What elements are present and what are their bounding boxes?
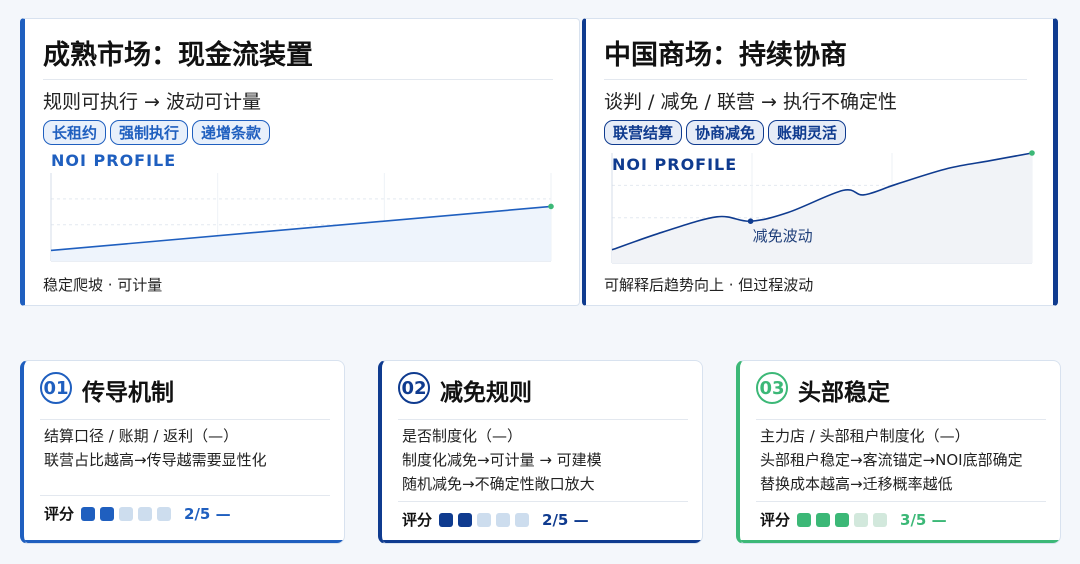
score-square-filled bbox=[835, 512, 850, 527]
card-title: 减免规则 bbox=[440, 380, 532, 406]
tag-enforcement: 强制执行 bbox=[110, 120, 189, 145]
card-line: 随机减免→不确定性敞口放大 bbox=[402, 475, 595, 493]
accent-line bbox=[382, 540, 702, 543]
card-line: 结算口径 / 账期 / 返利（—） bbox=[44, 427, 239, 445]
panel-caption: 可解释后趋势向上 · 但过程波动 bbox=[604, 276, 814, 294]
card-relief-rules: 02 减免规则 是否制度化（—） 制度化减免→可计量 → 可建模 随机减免→不确… bbox=[378, 360, 703, 544]
score-square-filled bbox=[100, 506, 115, 521]
mature-market-panel: 成熟市场：现金流装置 规则可执行 → 波动可计量 长租约 强制执行 递增条款 N… bbox=[20, 18, 580, 306]
score-row: 评分 2/5 — bbox=[402, 509, 589, 530]
panel-title: 成熟市场：现金流装置 bbox=[43, 40, 313, 71]
score-value: 2/5 — bbox=[184, 504, 231, 523]
divider bbox=[43, 79, 553, 80]
score-square-empty bbox=[515, 512, 530, 527]
score-value: 2/5 — bbox=[542, 510, 589, 529]
score-square-empty bbox=[873, 512, 888, 527]
divider bbox=[398, 419, 688, 420]
score-squares bbox=[797, 512, 888, 527]
card-title: 头部稳定 bbox=[798, 380, 890, 406]
panel-subtitle: 谈判 / 减免 / 联营 → 执行不确定性 bbox=[604, 91, 897, 113]
card-line: 制度化减免→可计量 → 可建模 bbox=[402, 451, 602, 469]
panel-title: 中国商场：持续协商 bbox=[604, 40, 847, 71]
card-title: 传导机制 bbox=[82, 380, 174, 406]
annotation-point bbox=[747, 218, 754, 224]
card-transmission: 01 传导机制 结算口径 / 账期 / 返利（—） 联营占比越高→传导越需要显性… bbox=[20, 360, 345, 544]
score-squares bbox=[439, 512, 530, 527]
score-label: 评分 bbox=[402, 511, 433, 529]
divider bbox=[40, 495, 330, 496]
score-square-filled bbox=[797, 512, 812, 527]
series-end-point bbox=[548, 203, 554, 210]
score-label: 评分 bbox=[44, 505, 75, 523]
card-number-badge: 03 bbox=[756, 372, 788, 404]
noi-profile-chart-volatile: 减免波动 bbox=[611, 150, 1035, 264]
card-line: 替换成本越高→迁移概率越低 bbox=[760, 475, 953, 493]
card-anchor-stability: 03 头部稳定 主力店 / 头部租户制度化（—） 头部租户稳定→客流锚定→NOI… bbox=[736, 360, 1061, 544]
divider bbox=[756, 419, 1046, 420]
card-line: 联营占比越高→传导越需要显性化 bbox=[44, 451, 267, 469]
divider bbox=[40, 419, 330, 420]
card-line: 头部租户稳定→客流锚定→NOI底部确定 bbox=[760, 451, 1023, 469]
series-area bbox=[612, 153, 1032, 263]
score-square-empty bbox=[854, 512, 869, 527]
card-line: 是否制度化（—） bbox=[402, 427, 523, 445]
divider bbox=[756, 501, 1046, 502]
noi-profile-chart-stable bbox=[50, 173, 554, 262]
accent-line bbox=[740, 540, 1060, 543]
panel-subtitle: 规则可执行 → 波动可计量 bbox=[43, 91, 261, 113]
divider bbox=[398, 501, 688, 502]
score-row: 评分 3/5 — bbox=[760, 509, 947, 530]
score-square-empty bbox=[138, 506, 153, 521]
card-line: 主力店 / 头部租户制度化（—） bbox=[760, 427, 970, 445]
score-square-filled bbox=[81, 506, 96, 521]
score-square-filled bbox=[816, 512, 831, 527]
score-squares bbox=[81, 506, 172, 521]
score-square-filled bbox=[439, 512, 454, 527]
panel-caption: 稳定爬坡 · 可计量 bbox=[43, 276, 163, 294]
score-square-empty bbox=[119, 506, 134, 521]
card-number-badge: 02 bbox=[398, 372, 430, 404]
accent-line bbox=[24, 540, 344, 543]
series-end-point bbox=[1029, 150, 1035, 156]
score-row: 评分 2/5 — bbox=[44, 503, 231, 524]
score-square-empty bbox=[157, 506, 172, 521]
series-area bbox=[51, 206, 551, 261]
score-value: 3/5 — bbox=[900, 510, 947, 529]
score-square-empty bbox=[477, 512, 492, 527]
annotation-label: 减免波动 bbox=[753, 227, 813, 245]
tag-list: 长租约 强制执行 递增条款 bbox=[43, 120, 271, 145]
score-square-empty bbox=[496, 512, 511, 527]
score-label: 评分 bbox=[760, 511, 791, 529]
score-square-filled bbox=[458, 512, 473, 527]
divider bbox=[604, 79, 1027, 80]
card-number-badge: 01 bbox=[40, 372, 72, 404]
tag-long-lease: 长租约 bbox=[43, 120, 107, 145]
china-mall-panel: 中国商场：持续协商 谈判 / 减免 / 联营 → 执行不确定性 联营结算 协商减… bbox=[582, 18, 1058, 306]
tag-escalation: 递增条款 bbox=[192, 120, 271, 145]
